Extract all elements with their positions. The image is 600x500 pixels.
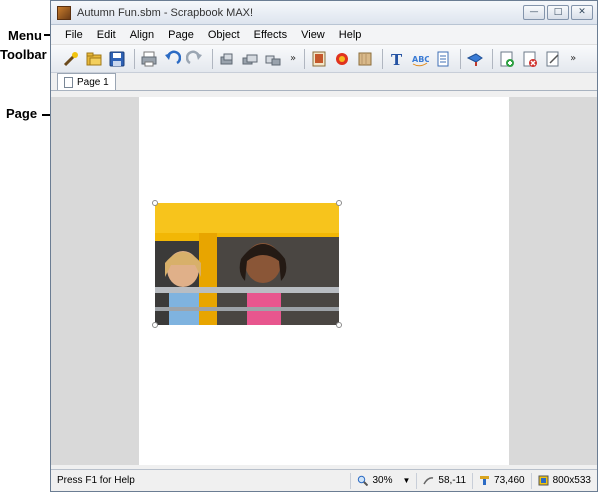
close-button[interactable]: ✕ [571,5,593,20]
resize-handle-top-right[interactable] [336,200,342,206]
print-icon[interactable] [139,49,159,69]
resize-handle-top-left[interactable] [152,200,158,206]
toolbar-separator [134,48,135,69]
new-wand-icon[interactable] [61,49,81,69]
object-position: 73,460 [472,472,531,489]
workspace[interactable] [51,97,597,465]
redo-icon[interactable] [185,49,205,69]
app-window: Autumn Fun.sbm - Scrapbook MAX! — □ ✕ Fi… [50,0,598,492]
toolbar-separator [382,48,384,69]
annotation-toolbar: Toolbar [0,47,47,62]
picture-icon[interactable] [309,49,329,69]
annotation-menu: Menu [8,28,42,43]
menu-page[interactable]: Page [168,29,194,41]
object-position-value: 73,460 [494,475,525,486]
tab-page-1[interactable]: Page 1 [57,73,116,90]
zoom-control[interactable]: 30% ▼ [350,472,416,489]
menu-help[interactable]: Help [339,29,362,41]
cursor-coordinates: 58,-11 [438,475,467,486]
save-disk-icon[interactable] [107,49,127,69]
embellishment-icon[interactable] [332,49,352,69]
resize-handle-bottom-right[interactable] [336,322,342,328]
toolbar-overflow-chevron-icon[interactable]: » [570,53,576,64]
toolbar-separator [492,48,494,69]
word-art-icon[interactable]: ABC [410,49,430,69]
menu-align[interactable]: Align [130,29,154,41]
menu-edit[interactable]: Edit [97,29,116,41]
menu-object[interactable]: Object [208,29,240,41]
status-help-text: Press F1 for Help [57,475,135,486]
object-size-value: 800x533 [552,475,591,486]
object-size: 800x533 [530,472,597,489]
menu-effects[interactable]: Effects [254,29,287,41]
page-properties-icon[interactable] [543,49,563,69]
school-bus-photo [155,203,339,325]
add-page-icon[interactable] [497,49,517,69]
minimize-button[interactable]: — [523,5,545,20]
toolbar: » T ABC » [51,45,597,73]
toolbar-separator [212,48,213,69]
text-icon[interactable]: T [387,49,407,69]
menu-view[interactable]: View [301,29,325,41]
window-title: Autumn Fun.sbm - Scrapbook MAX! [77,6,254,19]
tab-label: Page 1 [77,76,109,88]
toolbar-overflow-chevron-icon[interactable]: » [290,53,296,64]
page-icon [64,76,73,88]
page-canvas[interactable] [139,97,509,465]
status-bar: Press F1 for Help 30% ▼ 58,-11 73,460 80… [51,469,597,491]
undo-icon[interactable] [162,49,182,69]
menu-bar: File Edit Align Page Object Effects View… [51,25,597,45]
group-icon[interactable] [263,49,283,69]
annotation-page: Page [6,106,38,121]
svg-text:ABC: ABC [412,55,429,64]
photo-object[interactable] [155,203,339,325]
paper-icon[interactable] [355,49,375,69]
delete-page-icon[interactable] [520,49,540,69]
page-tab-bar: Page 1 [51,73,597,91]
magnifier-icon [358,475,369,486]
toolbar-separator [304,48,306,69]
cursor-position: 58,-11 [416,472,472,489]
open-folder-icon[interactable] [84,49,104,69]
size-icon [538,475,549,486]
position-pin-icon [480,476,490,485]
shape-icon[interactable] [465,49,485,69]
maximize-button[interactable]: □ [547,5,569,20]
send-backward-icon[interactable] [240,49,260,69]
bring-forward-icon[interactable] [217,49,237,69]
zoom-dropdown-icon[interactable]: ▼ [402,476,410,485]
menu-file[interactable]: File [65,29,83,41]
title-bar[interactable]: Autumn Fun.sbm - Scrapbook MAX! — □ ✕ [51,1,597,25]
zoom-level: 30% [372,475,393,486]
cursor-arrow-icon [423,477,434,485]
app-icon [57,5,71,20]
svg-text:T: T [391,51,403,68]
journal-icon[interactable] [433,49,453,69]
toolbar-separator [460,48,462,69]
resize-handle-bottom-left[interactable] [152,322,158,328]
